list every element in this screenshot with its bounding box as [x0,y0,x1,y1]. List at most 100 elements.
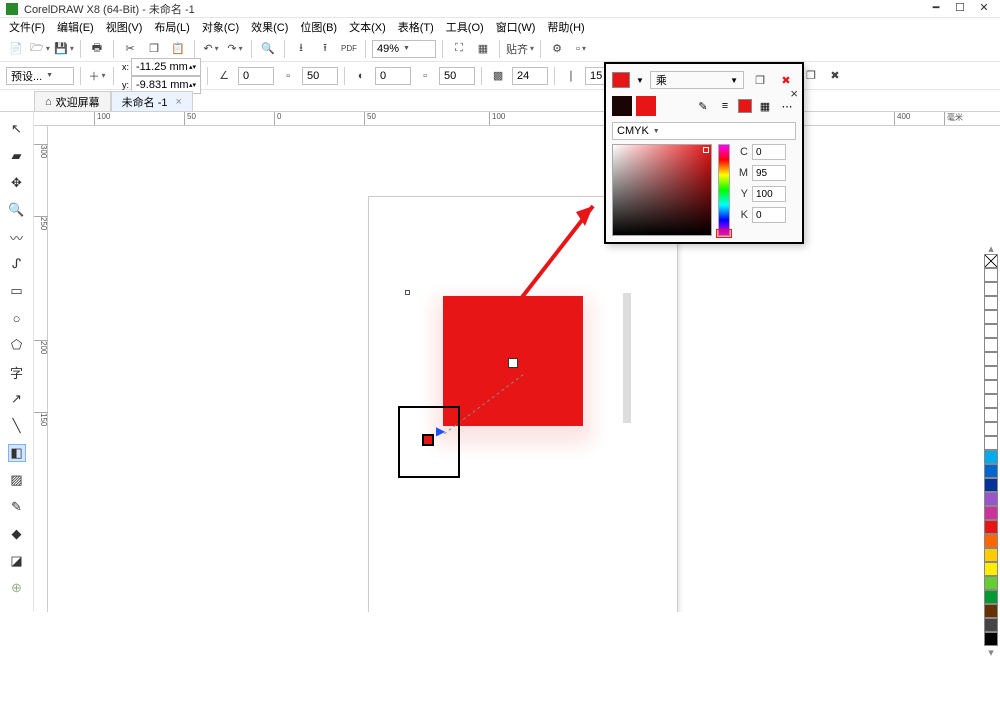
ellipse-tool[interactable]: ○ [8,309,26,327]
k-input[interactable] [752,207,786,223]
open-button[interactable]: 🗁 [30,39,50,59]
preset-combo[interactable]: 预设... [6,67,74,85]
edge-field[interactable]: 50 [439,67,475,85]
palette-swatch[interactable] [984,492,998,506]
vertical-scrollbar[interactable] [622,292,632,712]
menu-tools[interactable]: 工具(O) [441,17,489,37]
menu-help[interactable]: 帮助(H) [542,17,589,37]
palette-swatch[interactable] [984,618,998,632]
import-button[interactable]: ⭳ [291,39,311,59]
clear-shadow-button[interactable]: ✖ [825,66,845,86]
menu-view[interactable]: 视图(V) [101,17,148,37]
undo-button[interactable]: ↶ [201,39,221,59]
color-model-combo[interactable]: CMYK [612,122,796,140]
palette-swatch[interactable] [984,548,998,562]
parallel-dim-tool[interactable]: ↗ [8,390,26,408]
angle-field-a[interactable]: 0 [238,67,274,85]
palette-swatch[interactable] [984,590,998,604]
paste-button[interactable]: 📋 [168,39,188,59]
palette-swatch[interactable] [984,464,998,478]
copy-button[interactable]: ❐ [144,39,164,59]
export-button[interactable]: ⭱ [315,39,335,59]
interactive-fill-tool[interactable]: ◆ [8,525,26,543]
palette-swatch[interactable] [984,324,998,338]
palette-swatch[interactable] [984,422,998,436]
connector-tool[interactable]: ╲ [8,417,26,435]
dropshadow-tool[interactable]: ◧ [8,444,26,462]
vertical-ruler[interactable]: 300250200150 [34,126,48,612]
palette-swatch[interactable] [984,296,998,310]
current-color-swatch[interactable] [612,72,630,88]
opacity-field[interactable]: 0 [375,67,411,85]
tab-untitled[interactable]: 未命名 -1 × [111,91,193,111]
add-preset-button[interactable]: ＋ [87,66,107,86]
menu-window[interactable]: 窗口(W) [491,17,541,37]
scrollbar-thumb[interactable] [623,293,631,423]
canvas[interactable]: ▶ [48,126,1000,612]
hue-slider[interactable] [718,144,730,236]
horizontal-ruler[interactable]: 10050050100150200400毫米 [34,112,1000,126]
palette-swatch[interactable] [984,576,998,590]
text-tool[interactable]: 字 [8,363,26,381]
redo-button[interactable]: ↷ [225,39,245,59]
palette-swatch[interactable] [984,520,998,534]
palette-swatch[interactable] [984,366,998,380]
menu-file[interactable]: 文件(F) [4,17,50,37]
palette-swatch[interactable] [984,506,998,520]
x-field[interactable]: -11.25 mm▴▾ [131,58,201,76]
shadow-origin-node[interactable] [422,434,434,446]
options-button[interactable]: ⚙ [547,39,567,59]
gradient-cursor[interactable] [703,147,709,153]
palette-swatch[interactable] [984,394,998,408]
menu-edit[interactable]: 编辑(E) [52,17,99,37]
snap-button[interactable]: 贴齐 [506,39,534,59]
palette-swatch[interactable] [984,562,998,576]
y-input[interactable] [752,186,786,202]
palette-up-icon[interactable]: ▴ [984,242,998,254]
eyedropper-icon[interactable]: ✎ [694,97,712,115]
palette-swatch[interactable] [984,282,998,296]
palette-swatch[interactable] [984,310,998,324]
zoom-tool[interactable]: 🔍 [8,201,26,219]
selection-box[interactable] [398,406,460,478]
palette-down-icon[interactable]: ▾ [984,646,998,658]
zoom-combo[interactable]: 49% [372,40,436,58]
tab-welcome[interactable]: ⌂ 欢迎屏幕 [34,91,111,111]
launch-button[interactable]: ▫ [571,39,591,59]
center-handle[interactable] [508,358,518,368]
palette-swatch[interactable] [984,268,998,282]
crop-tool[interactable]: ✥ [8,174,26,192]
step-field[interactable]: 50 [302,67,338,85]
merge-mode-combo[interactable]: 乘▼ [650,71,744,89]
popup-close-button[interactable]: × [790,86,798,101]
save-button[interactable]: 💾 [54,39,74,59]
maximize-button[interactable]: ☐ [950,2,970,16]
m-input[interactable] [752,165,786,181]
smart-fill-tool[interactable]: ◪ [8,552,26,570]
polygon-tool[interactable]: ⬠ [8,336,26,354]
palette-swatch[interactable] [984,408,998,422]
menu-text[interactable]: 文本(X) [344,17,391,37]
menu-bitmap[interactable]: 位图(B) [295,17,342,37]
c-input[interactable] [752,144,786,160]
palette-swatch[interactable] [984,450,998,464]
color-gradient-picker[interactable] [612,144,712,236]
minimize-button[interactable]: ━ [926,2,946,16]
rulers-button[interactable]: ▦ [473,39,493,59]
palette-swatch[interactable] [984,534,998,548]
palette-swatch[interactable] [984,338,998,352]
fullscreen-button[interactable]: ⛶ [449,39,469,59]
print-button[interactable]: 🖶 [87,39,107,59]
artistic-tool[interactable]: ᔑ [8,255,26,273]
publish-pdf-button[interactable]: PDF [339,39,359,59]
cut-button[interactable]: ✂ [120,39,140,59]
copy-props-button[interactable]: ❐ [750,70,770,90]
eyedropper-tool[interactable]: ✎ [8,498,26,516]
menu-object[interactable]: 对象(C) [197,17,244,37]
palette-swatch[interactable] [984,352,998,366]
tab-close-icon[interactable]: × [176,96,182,108]
menu-table[interactable]: 表格(T) [393,17,439,37]
new-button[interactable]: 📄 [6,39,26,59]
close-button[interactable]: ✕ [974,2,994,16]
palette-swatch[interactable] [984,632,998,646]
